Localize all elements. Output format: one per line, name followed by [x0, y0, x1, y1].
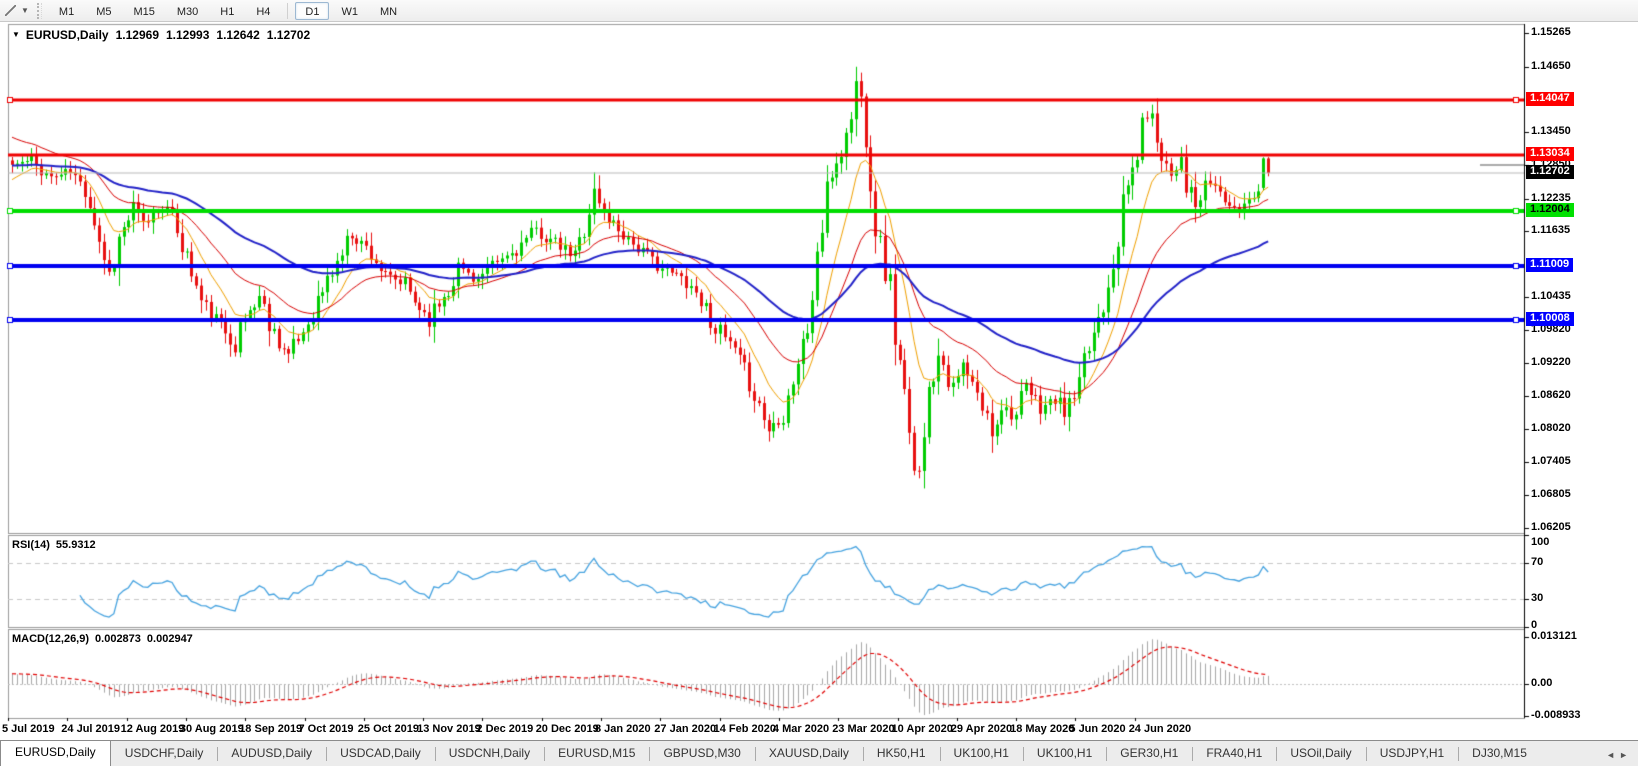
chart-tab-fra40-h1[interactable]: FRA40,H1 [1192, 742, 1276, 766]
chart-tab-usdchf-daily[interactable]: USDCHF,Daily [111, 742, 218, 766]
draw-tool-icon[interactable] [3, 3, 18, 18]
timeframe-button-m30[interactable]: M30 [167, 2, 208, 20]
timeframe-button-m5[interactable]: M5 [86, 2, 121, 20]
chevron-down-icon[interactable]: ▼ [21, 6, 29, 15]
chart-tab-uk100-h1[interactable]: UK100,H1 [939, 742, 1023, 766]
trading-app-window: ▼ M1 M5 M15 M30 H1 H4 D1 W1 MN ▼ EURUSD,Daily 1.12… [0, 0, 1638, 766]
chart-tab-uk100-h1[interactable]: UK100,H1 [1022, 742, 1106, 766]
chart-tab-hk50-h1[interactable]: HK50,H1 [862, 742, 940, 766]
timeframe-button-mn[interactable]: MN [370, 2, 407, 20]
toolbar-grip-handle[interactable] [36, 2, 42, 19]
chart-tab-gbpusd-m30[interactable]: GBPUSD,M30 [649, 742, 754, 766]
chart-tab-bar: EURUSD,Daily USDCHF,Daily AUDUSD,Daily USDC… [0, 740, 1638, 766]
chart-tab-usdjpy-h1[interactable]: USDJPY,H1 [1365, 742, 1458, 766]
timeframe-toolbar: ▼ M1 M5 M15 M30 H1 H4 D1 W1 MN [0, 0, 1638, 22]
chart-tab-eurusd-m15[interactable]: EURUSD,M15 [544, 742, 649, 766]
chart-tab-usdcnh-daily[interactable]: USDCNH,Daily [434, 742, 544, 766]
timeframe-buttons: M1 M5 M15 M30 H1 H4 D1 W1 MN [48, 0, 408, 22]
chart-tab-usdcad-daily[interactable]: USDCAD,Daily [326, 742, 435, 766]
toolbar-separator [287, 2, 289, 19]
timeframe-button-d1[interactable]: D1 [295, 1, 330, 20]
timeframe-button-m1[interactable]: M1 [49, 2, 84, 20]
chart-tab-audusd-daily[interactable]: AUDUSD,Daily [217, 742, 326, 766]
timeframe-button-h1[interactable]: H1 [210, 2, 244, 20]
chart-tab-xauusd-daily[interactable]: XAUUSD,Daily [754, 742, 863, 766]
price-chart-canvas[interactable] [0, 0, 1638, 766]
tab-scroll-arrows[interactable]: ◄► [1606, 750, 1632, 760]
chart-tab-ger30-h1[interactable]: GER30,H1 [1106, 742, 1192, 766]
chart-tab-usoil-daily[interactable]: USOil,Daily [1276, 742, 1365, 766]
timeframe-button-w1[interactable]: W1 [331, 2, 368, 20]
chart-tab-eurusd-daily[interactable]: EURUSD,Daily [0, 740, 111, 766]
timeframe-button-h4[interactable]: H4 [246, 2, 280, 20]
chart-tab-dj30-m15[interactable]: DJ30,M15 [1458, 742, 1541, 766]
timeframe-button-m15[interactable]: M15 [123, 2, 164, 20]
